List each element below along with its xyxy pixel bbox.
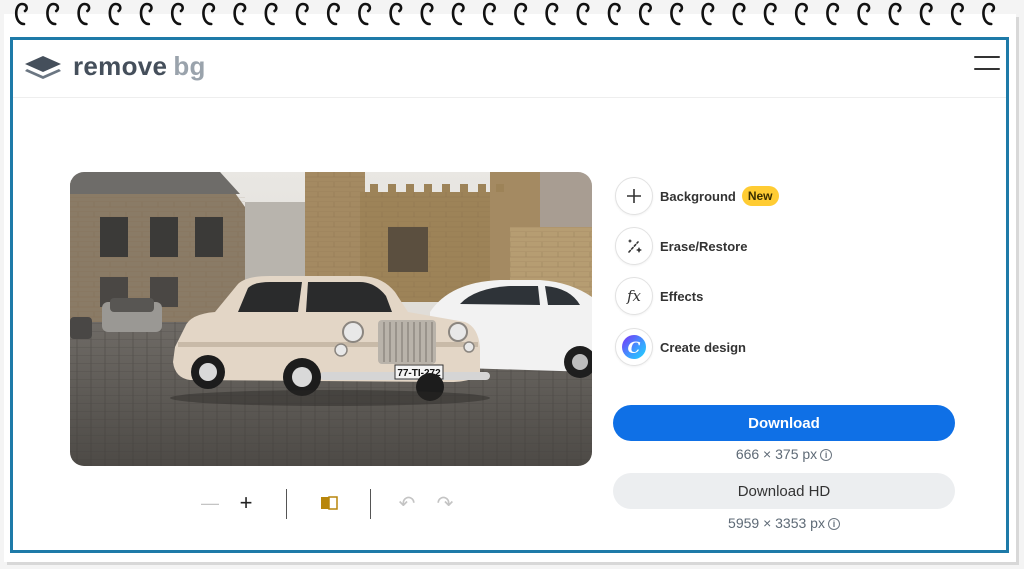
preview-size-text: 666 × 375 px	[735, 446, 818, 462]
layers-logo-icon	[25, 55, 61, 79]
binding-ring	[545, 2, 559, 26]
toolbar-divider	[370, 489, 371, 519]
image-toolbar: — + ↶ ↷	[198, 486, 468, 520]
toolbar-divider	[286, 489, 287, 519]
binding-ring	[514, 2, 528, 26]
tool-effects[interactable]: fx Effects	[615, 276, 703, 316]
header: remove bg	[13, 40, 1006, 98]
binding-ring	[482, 2, 496, 26]
download-button[interactable]: Download	[613, 405, 955, 441]
binding-ring	[919, 2, 933, 26]
binding-ring	[982, 2, 996, 26]
binding-ring	[77, 2, 91, 26]
tool-background[interactable]: Background New	[615, 176, 779, 216]
undo-button[interactable]: ↶	[395, 486, 419, 520]
binding-ring	[389, 2, 403, 26]
page: remove bg 77-TI-272 — + ↶ ↷ Background N…	[0, 0, 1024, 569]
compare-button[interactable]	[317, 486, 341, 520]
binding-ring	[295, 2, 309, 26]
brush-sparkle-icon	[615, 227, 653, 265]
binding-ring	[233, 2, 247, 26]
logo-word-bg: bg	[173, 51, 206, 81]
binding-ring	[358, 2, 372, 26]
binding-ring	[607, 2, 621, 26]
binding-ring	[108, 2, 122, 26]
app-window: remove bg 77-TI-272 — + ↶ ↷ Background N…	[10, 37, 1009, 553]
hamburger-menu-icon[interactable]	[974, 56, 1000, 72]
tool-erase-restore[interactable]: Erase/Restore	[615, 226, 747, 266]
binding-ring	[888, 2, 902, 26]
binding-ring	[732, 2, 746, 26]
info-icon[interactable]: i	[820, 449, 833, 461]
binding-ring	[638, 2, 652, 26]
logo[interactable]: remove bg	[23, 51, 206, 82]
logo-word-remove: remove	[73, 51, 168, 81]
fx-glyph: fx	[626, 287, 641, 305]
binding-ring	[420, 2, 434, 26]
binding-ring	[826, 2, 840, 26]
info-icon[interactable]: i	[827, 518, 840, 530]
spiral-binding	[14, 2, 996, 26]
zoom-out-button[interactable]: —	[198, 486, 222, 520]
binding-ring	[857, 2, 871, 26]
hd-size: 5959 × 3353 px i	[613, 515, 955, 531]
redo-button[interactable]: ↷	[433, 486, 457, 520]
tool-label: Create design	[660, 339, 746, 355]
result-image: 77-TI-272	[70, 172, 592, 466]
binding-ring	[326, 2, 340, 26]
preview-size: 666 × 375 px i	[613, 446, 955, 462]
binding-ring	[763, 2, 777, 26]
tool-label: Effects	[660, 288, 704, 304]
tool-label: Background	[660, 188, 736, 204]
binding-ring	[202, 2, 216, 26]
logo-wordmark: remove bg	[73, 51, 206, 82]
canva-logo-icon: C	[615, 328, 653, 366]
binding-ring	[794, 2, 808, 26]
download-hd-button[interactable]: Download HD	[613, 473, 955, 509]
new-badge: New	[741, 186, 779, 206]
binding-ring	[46, 2, 60, 26]
binding-ring	[264, 2, 278, 26]
binding-ring	[576, 2, 590, 26]
binding-ring	[170, 2, 184, 26]
tool-create-design[interactable]: C Create design	[615, 327, 746, 367]
compare-icon	[321, 496, 338, 510]
plus-icon	[615, 177, 653, 215]
binding-ring	[670, 2, 684, 26]
binding-ring	[451, 2, 465, 26]
zoom-in-button[interactable]: +	[234, 486, 258, 520]
binding-ring	[14, 2, 28, 26]
fx-icon: fx	[615, 277, 653, 315]
binding-ring	[701, 2, 715, 26]
tool-label: Erase/Restore	[660, 238, 748, 254]
canva-glyph: C	[622, 335, 646, 359]
binding-ring	[139, 2, 153, 26]
binding-ring	[950, 2, 964, 26]
hd-size-text: 5959 × 3353 px	[728, 515, 825, 531]
